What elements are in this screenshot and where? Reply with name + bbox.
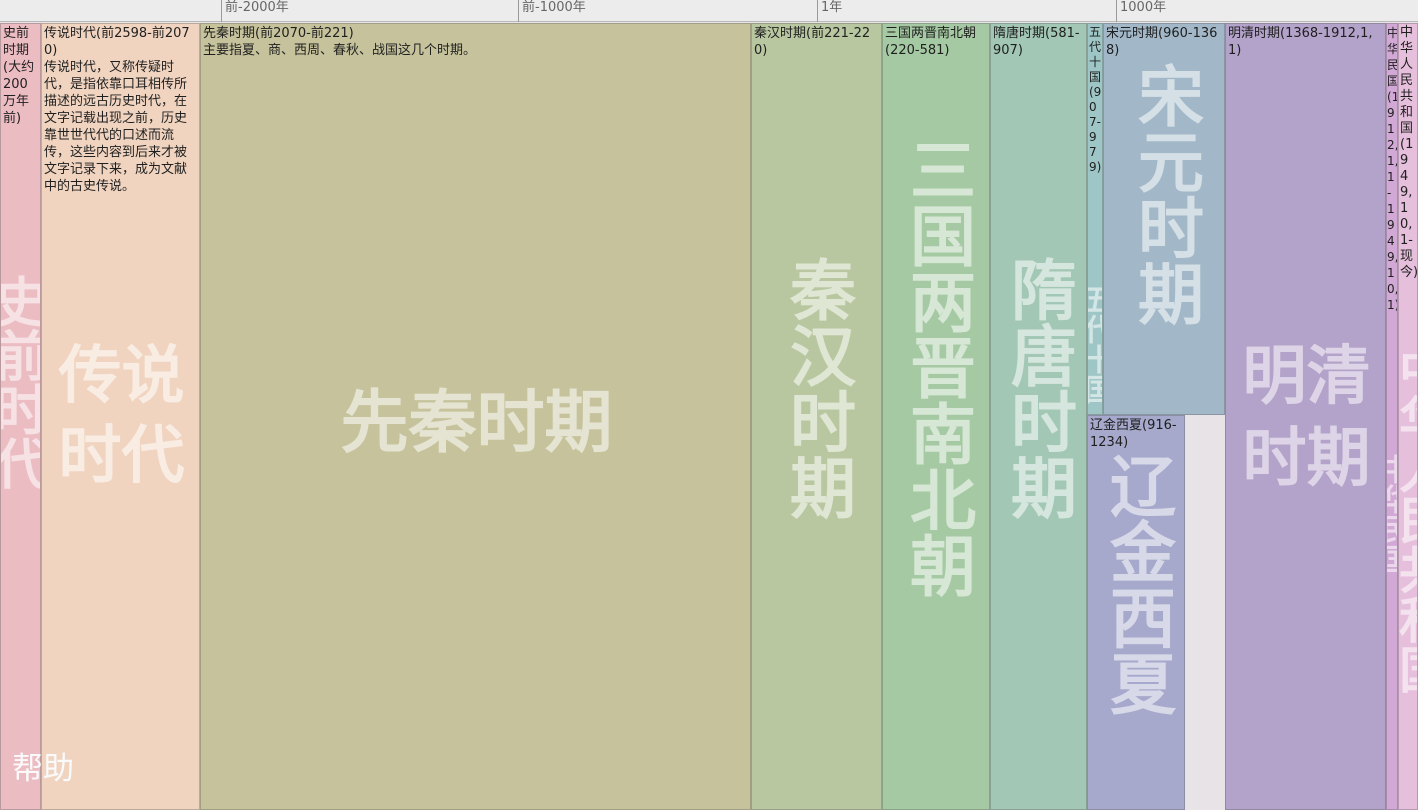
period-title: 中华人民共和国(1949,10,1-现今) bbox=[1400, 25, 1418, 280]
axis-tick: 1年 bbox=[817, 0, 842, 22]
timeline-axis: 前-2000年 前-1000年 1年 1000年 bbox=[0, 0, 1418, 22]
period-watermark: 辽金西夏 bbox=[1099, 452, 1176, 716]
period-watermark: 中华民国 bbox=[1386, 454, 1398, 574]
period-header: 先秦时期(前2070-前221) 主要指夏、商、西周、春秋、战国这几个时期。 bbox=[203, 25, 749, 59]
period-prehistory[interactable]: 史前时期(大约200万年前) 史前时代 bbox=[0, 23, 41, 810]
period-suitang[interactable]: 隋唐时期(581-907) 隋唐时期 bbox=[990, 23, 1087, 810]
axis-tick: 前-2000年 bbox=[221, 0, 289, 22]
period-title: 三国两晋南北朝(220-581) bbox=[885, 26, 977, 58]
axis-tick-label: 前-1000年 bbox=[522, 0, 586, 15]
period-title: 宋元时期(960-1368) bbox=[1106, 26, 1218, 58]
period-watermark: 传说时代 bbox=[58, 339, 185, 492]
period-qinhan[interactable]: 秦汉时期(前221-220) 秦汉时期 bbox=[751, 23, 882, 810]
period-preqin[interactable]: 先秦时期(前2070-前221) 主要指夏、商、西周、春秋、战国这几个时期。 先… bbox=[200, 23, 751, 810]
period-title: 五代十国(907-979) bbox=[1089, 25, 1102, 174]
period-prc[interactable]: 中华人民共和国(1949,10,1-现今) 中华人民共和国 bbox=[1398, 23, 1418, 810]
period-title: 明清时期(1368-1912,1,1) bbox=[1228, 26, 1373, 58]
period-description: 主要指夏、商、西周、春秋、战国这几个时期。 bbox=[203, 43, 477, 58]
period-watermark: 史前时代 bbox=[0, 274, 41, 490]
period-watermark: 五代十国 bbox=[1087, 284, 1103, 404]
axis-tick: 1000年 bbox=[1116, 0, 1166, 22]
axis-tick-label: 前-2000年 bbox=[225, 0, 289, 15]
period-mingqing[interactable]: 明清时期(1368-1912,1,1) 明清时期 bbox=[1225, 23, 1386, 810]
period-title: 辽金西夏(916-1234) bbox=[1090, 418, 1177, 450]
period-watermark: 三国两晋南北朝 bbox=[899, 136, 976, 598]
period-minguo[interactable]: 中华民国(1912,1,1-1949,10,1) 中华民国 bbox=[1386, 23, 1398, 810]
period-sanguo[interactable]: 三国两晋南北朝(220-581) 三国两晋南北朝 bbox=[882, 23, 990, 810]
period-title: 隋唐时期(581-907) bbox=[993, 26, 1080, 58]
period-title: 先秦时期(前2070-前221) bbox=[203, 26, 354, 41]
period-songyuan[interactable]: 宋元时期(960-1368) 宋元时期 bbox=[1103, 23, 1225, 415]
period-title: 传说时代(前2598-前2070) bbox=[44, 26, 190, 58]
period-wudai[interactable]: 五代十国(907-979) 五代十国 bbox=[1087, 23, 1103, 415]
period-watermark: 隋唐时期 bbox=[1000, 256, 1077, 520]
axis-tick: 前-1000年 bbox=[518, 0, 586, 22]
period-title: 秦汉时期(前221-220) bbox=[754, 26, 871, 58]
period-legend[interactable]: 传说时代(前2598-前2070) 传说时代，又称传疑时代，是指依靠口耳相传所描… bbox=[41, 23, 200, 810]
period-watermark: 明清时期 bbox=[1242, 340, 1371, 496]
axis-tick-label: 1年 bbox=[821, 0, 843, 15]
period-title: 中华民国(1912,1,1-1949,10,1) bbox=[1387, 26, 1398, 312]
period-description: 传说时代，又称传疑时代，是指依靠口耳相传所描述的远古历史时代，在文字记载出现之前… bbox=[44, 60, 188, 194]
period-watermark: 宋元时期 bbox=[1127, 62, 1204, 326]
period-header: 传说时代(前2598-前2070) 传说时代，又称传疑时代，是指依靠口耳相传所描… bbox=[44, 25, 198, 195]
period-liaojin[interactable]: 辽金西夏(916-1234) 辽金西夏 bbox=[1087, 415, 1185, 810]
period-watermark: 先秦时期 bbox=[340, 384, 613, 463]
period-title: 史前时期(大约200万年前) bbox=[3, 26, 35, 126]
period-watermark: 秦汉时期 bbox=[779, 256, 856, 520]
period-watermark: 中华人民共和国 bbox=[1398, 344, 1418, 694]
axis-tick-label: 1000年 bbox=[1120, 0, 1167, 15]
help-button[interactable]: 帮助 bbox=[12, 743, 74, 788]
